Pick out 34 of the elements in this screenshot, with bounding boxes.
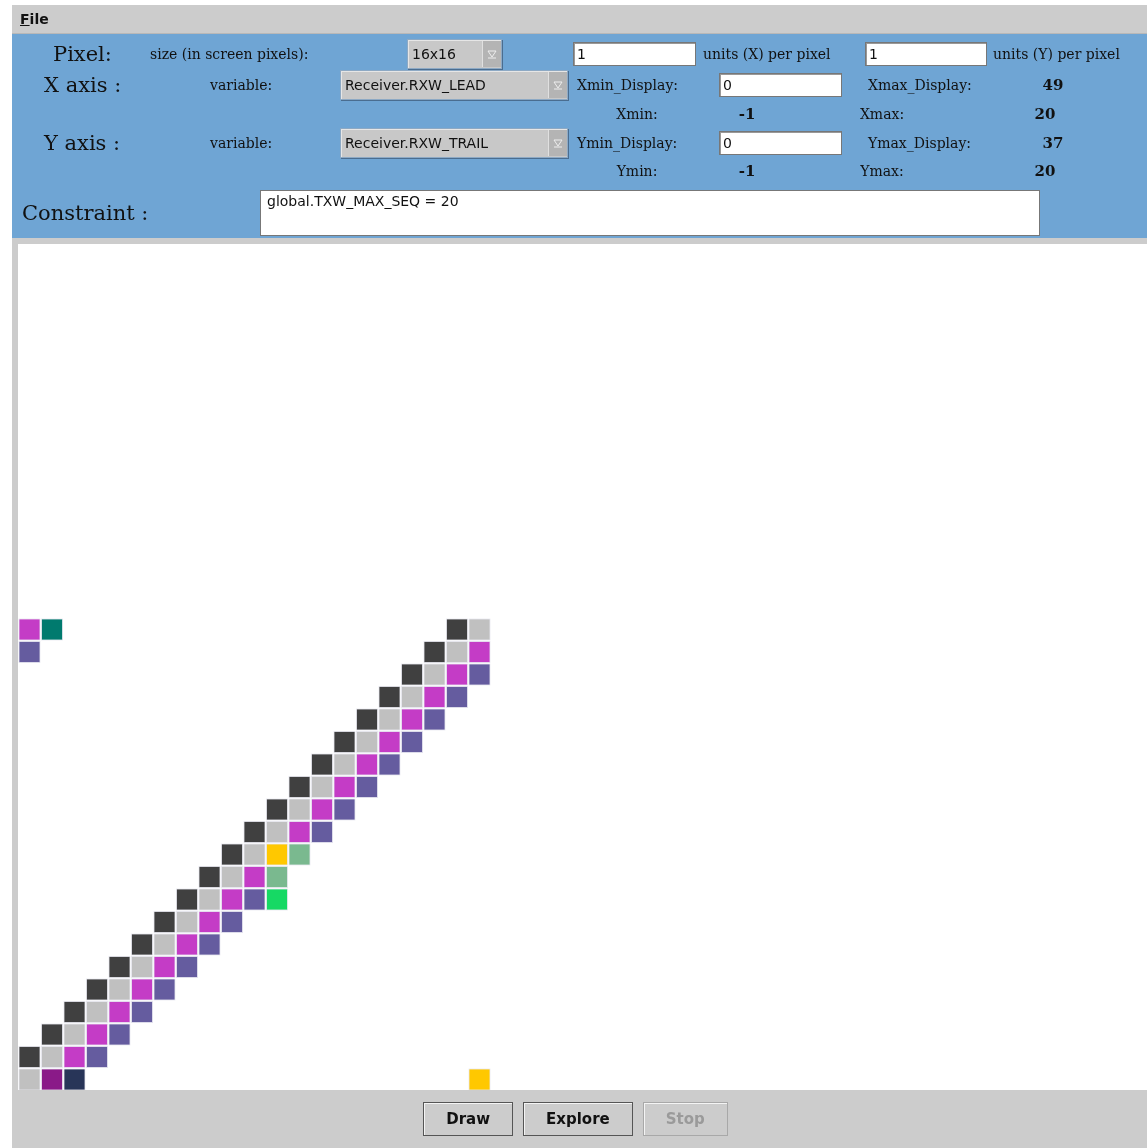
input-field[interactable]: 0 (719, 73, 842, 97)
dropdown[interactable]: 16x16 (407, 39, 502, 69)
field-label: Ymin: (615, 163, 659, 179)
constraint-field[interactable]: global.TXW_MAX_SEQ = 20 (260, 190, 1040, 236)
input-field[interactable]: 0 (719, 131, 842, 155)
field-label: units (X) per pixel (703, 46, 832, 62)
field-label: Xmax_Display: (868, 77, 973, 93)
action-button[interactable]: Explore (523, 1102, 633, 1136)
axis-label: Y axis : (42, 131, 122, 155)
field-label: Ymax: (859, 163, 905, 179)
dropdown[interactable]: Receiver.RXW_TRAIL (340, 128, 568, 158)
field-label: Ymin_Display: (577, 135, 679, 151)
value-text: -1 (737, 105, 757, 123)
field-label: Xmax: (858, 106, 906, 122)
field-label: Xmin: (615, 106, 659, 122)
value-text: 49 (1041, 76, 1065, 94)
input-field[interactable]: 1 (865, 42, 987, 66)
field-label: Xmin_Display: (577, 77, 680, 93)
section-label: Constraint : (21, 201, 150, 225)
field-label: variable: (210, 135, 274, 151)
dropdown[interactable]: Receiver.RXW_LEAD (340, 70, 568, 100)
field-label: units (Y) per pixel (993, 46, 1120, 62)
field-label: variable: (210, 77, 274, 93)
field-label: size (in screen pixels): (150, 46, 310, 62)
action-button[interactable]: Draw (423, 1102, 514, 1136)
field-label: Ymax_Display: (868, 135, 973, 151)
value-text: 20 (1033, 162, 1057, 180)
section-label: Pixel: (52, 42, 113, 66)
value-text: 37 (1041, 134, 1065, 152)
input-field[interactable]: 1 (573, 42, 696, 66)
value-text: 20 (1033, 105, 1057, 123)
axis-label: X axis : (43, 73, 123, 97)
value-text: -1 (737, 162, 757, 180)
menu-item[interactable]: File (20, 11, 49, 27)
